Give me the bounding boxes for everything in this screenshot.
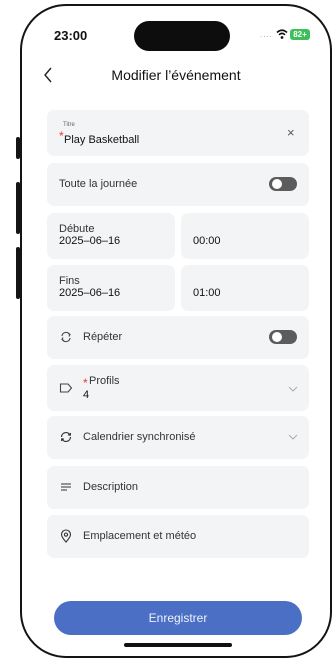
repeat-row: Répéter — [47, 316, 309, 359]
location-field[interactable]: Emplacement et météo — [47, 515, 309, 558]
clear-title-button[interactable]: × — [287, 125, 295, 140]
start-date-field[interactable]: Débute 2025–06–16 — [47, 213, 175, 259]
status-time: 23:00 — [54, 28, 88, 43]
end-date-field[interactable]: Fins 2025–06–16 — [47, 265, 175, 311]
signal-icon: .... — [260, 30, 273, 39]
location-label: Emplacement et météo — [83, 530, 197, 542]
sync-icon — [60, 431, 72, 443]
battery-icon: 82+ — [290, 29, 310, 40]
wifi-icon — [276, 29, 288, 39]
end-time-value: 01:00 — [193, 287, 221, 299]
start-label: Débute — [59, 223, 95, 235]
repeat-label: Répéter — [83, 331, 123, 343]
chevron-down-icon — [288, 434, 298, 440]
description-label: Description — [83, 481, 139, 493]
start-time-value: 00:00 — [193, 235, 221, 247]
start-date-value: 2025–06–16 — [59, 235, 121, 247]
phone-frame: 23:00 .... 82+ Modifier l’événement Titr… — [20, 4, 332, 658]
profiles-value: 4 — [83, 389, 90, 401]
status-bar: 23:00 .... 82+ — [22, 6, 330, 54]
profiles-required-mark: * — [83, 376, 88, 390]
calendar-sync-field[interactable]: Calendrier synchronisé — [47, 416, 309, 459]
save-button[interactable]: Enregistrer — [54, 601, 302, 635]
dynamic-island — [134, 21, 230, 51]
screen: 23:00 .... 82+ Modifier l’événement Titr… — [0, 0, 335, 662]
end-date-value: 2025–06–16 — [59, 287, 121, 299]
repeat-toggle[interactable] — [269, 330, 297, 344]
text-lines-icon — [61, 483, 71, 491]
repeat-icon — [61, 331, 71, 343]
home-indicator — [124, 643, 232, 647]
location-pin-icon — [60, 529, 72, 543]
title-field-label: Titre — [63, 122, 75, 128]
all-day-label: Toute la journée — [59, 178, 138, 190]
title-required-mark: * — [59, 129, 64, 143]
header: Modifier l’événement — [22, 64, 330, 88]
tag-icon — [59, 383, 73, 393]
end-time-field[interactable]: 01:00 — [181, 265, 309, 311]
profiles-label: Profils — [89, 375, 120, 387]
chevron-down-icon — [288, 386, 298, 392]
title-field[interactable]: Titre * Play Basketball × — [47, 110, 309, 156]
calendar-sync-label: Calendrier synchronisé — [83, 431, 196, 443]
end-label: Fins — [59, 275, 80, 287]
description-field[interactable]: Description — [47, 466, 309, 509]
title-input[interactable]: Play Basketball — [64, 134, 139, 146]
all-day-toggle[interactable] — [269, 177, 297, 191]
start-time-field[interactable]: 00:00 — [181, 213, 309, 259]
page-title: Modifier l’événement — [111, 67, 241, 83]
profiles-field[interactable]: * Profils 4 — [47, 365, 309, 411]
all-day-row: Toute la journée — [47, 163, 309, 206]
